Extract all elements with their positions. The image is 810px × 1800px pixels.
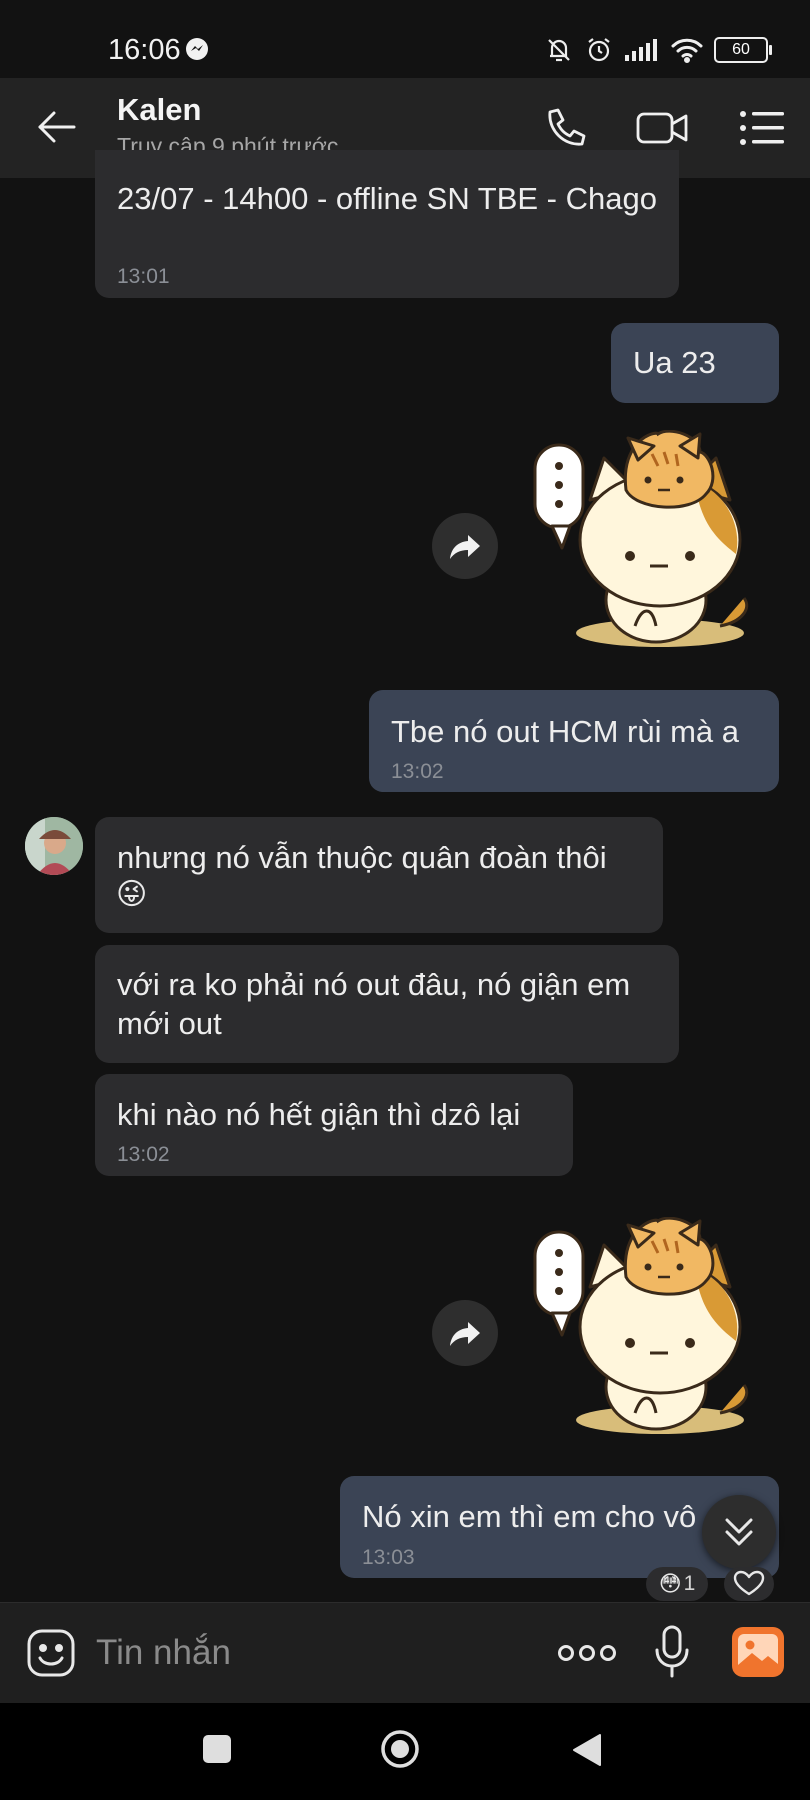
mute-bell-icon [548,39,570,62]
scroll-to-bottom-button[interactable] [702,1495,776,1569]
reaction-count: 1 [683,1572,696,1595]
heart-icon[interactable] [724,1567,774,1601]
more-dots-icon[interactable] [556,1636,618,1670]
contact-name[interactable]: Kalen [117,92,201,128]
message-time: 13:02 [117,1143,170,1166]
emoji: 😜 [116,878,148,911]
back-nav-button[interactable] [570,1732,604,1768]
status-icons: 60 [544,34,772,66]
message-text: khi nào nó hết giận thì dzô lại [117,1097,521,1132]
forward-button[interactable] [432,1300,498,1366]
message-time: 13:02 [391,760,444,783]
recents-button[interactable] [203,1735,231,1763]
avatar[interactable] [25,817,83,875]
message-bubble-incoming[interactable] [95,150,679,298]
status-time: 16:06 [108,34,181,66]
video-camera-icon[interactable] [636,104,688,152]
message-text: Ua 23 [633,345,716,380]
message-text: nhưng nó vẫn thuộc quân đoàn thôi [117,840,607,875]
image-icon[interactable] [732,1627,784,1677]
reaction-emoji: 😳 [658,1571,682,1596]
battery-icon: 60 [714,37,772,63]
message-text: 23/07 - 14h00 - offline SN TBE - Chago [117,181,657,216]
message-text: Nó xin em thì em cho vô [362,1499,697,1534]
reaction-badge[interactable]: 😳 1 [646,1567,708,1601]
signal-icon [625,39,657,61]
message-time: 13:03 [362,1546,415,1569]
messenger-notification-icon [186,38,208,60]
cat-sticker[interactable] [530,429,760,660]
forward-button[interactable] [432,513,498,579]
list-menu-icon[interactable] [738,104,790,152]
wifi-icon [671,38,703,63]
microphone-icon[interactable] [652,1624,692,1680]
phone-icon[interactable] [540,104,592,152]
smiley-icon[interactable] [26,1628,76,1678]
message-time: 13:01 [117,265,170,288]
message-text: Tbe nó out HCM rùi mà a [391,714,740,749]
alarm-icon [588,38,610,62]
message-text: với ra ko phải nó out đâu, nó giận em mớ… [117,967,631,1041]
cat-sticker[interactable] [530,1216,760,1447]
home-button[interactable] [380,1729,420,1769]
message-input[interactable]: Tin nhắn [96,1633,231,1673]
back-arrow-icon[interactable] [34,104,80,150]
